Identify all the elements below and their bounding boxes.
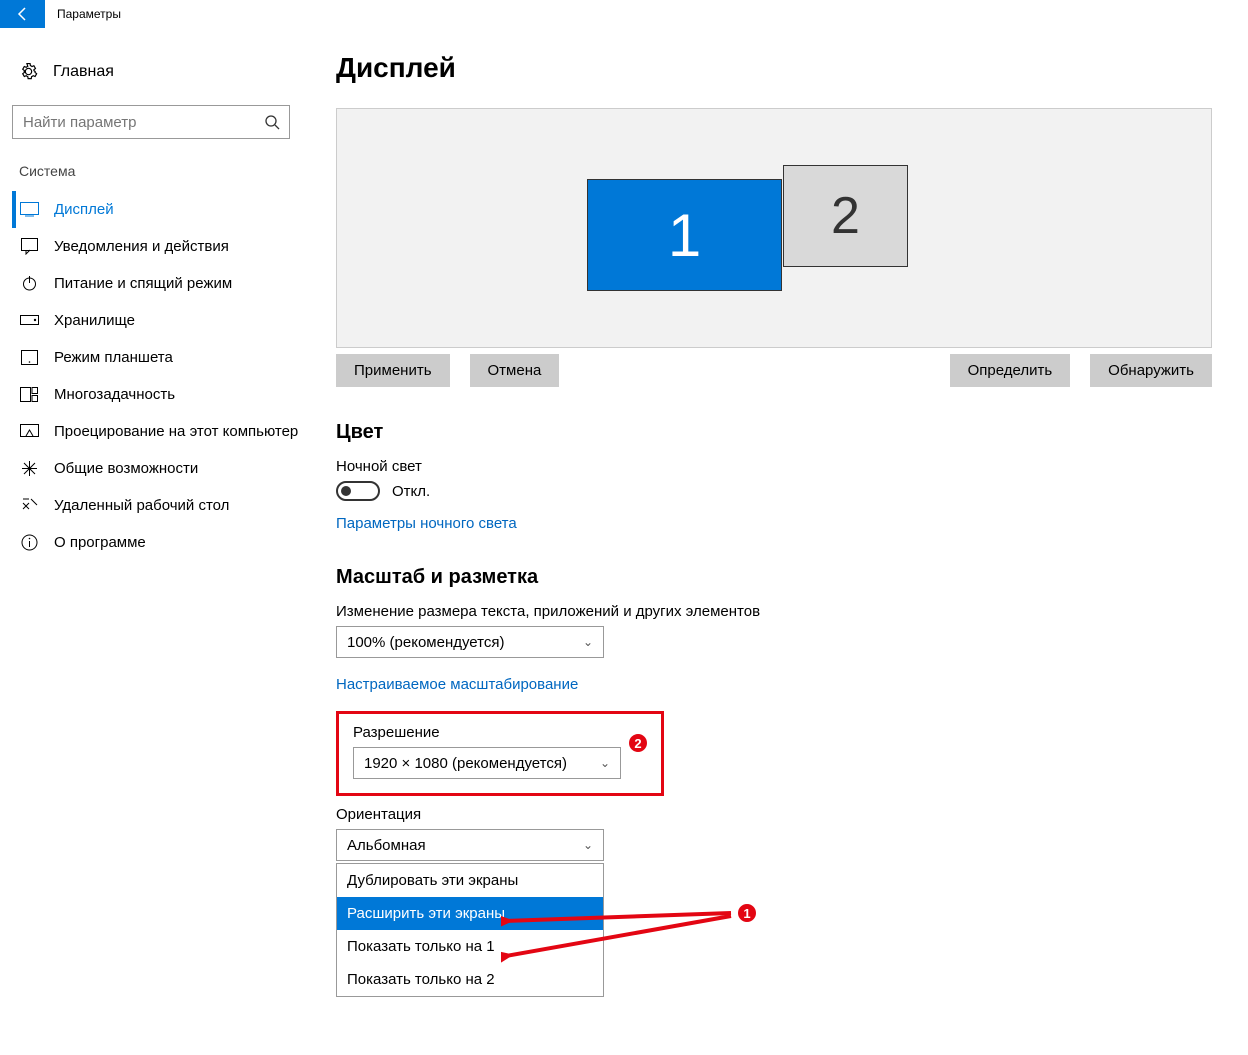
detect-button[interactable]: Обнаружить xyxy=(1090,354,1212,387)
night-light-settings-link[interactable]: Параметры ночного света xyxy=(336,515,1212,532)
resolution-dropdown[interactable]: 1920 × 1080 (рекомендуется) ⌄ xyxy=(353,747,621,779)
sidebar-item-about[interactable]: О программе xyxy=(12,524,300,561)
sidebar-item-multitask[interactable]: Многозадачность xyxy=(12,376,300,413)
search-input-container[interactable] xyxy=(12,105,290,139)
sidebar-group-label: Система xyxy=(12,157,300,191)
sidebar-item-storage[interactable]: Хранилище xyxy=(12,302,300,339)
sidebar-item-display[interactable]: Дисплей xyxy=(12,191,300,228)
apply-button[interactable]: Применить xyxy=(336,354,450,387)
sidebar-item-label: Дисплей xyxy=(54,201,114,218)
gear-icon xyxy=(19,62,38,81)
sidebar-item-label: Уведомления и действия xyxy=(54,238,229,255)
night-light-toggle[interactable] xyxy=(336,481,380,501)
orientation-label: Ориентация xyxy=(336,806,1212,823)
scale-value: 100% (рекомендуется) xyxy=(347,634,504,651)
toggle-state: Откл. xyxy=(392,483,430,500)
chevron-down-icon: ⌄ xyxy=(583,838,593,852)
scale-dropdown[interactable]: 100% (рекомендуется) ⌄ xyxy=(336,626,604,658)
notification-icon xyxy=(19,238,39,255)
option-show-only-2[interactable]: Показать только на 2 xyxy=(337,963,603,996)
scale-heading: Масштаб и разметка xyxy=(336,566,1212,589)
search-input[interactable] xyxy=(13,114,255,131)
sidebar-item-label: Общие возможности xyxy=(54,460,198,477)
chevron-down-icon: ⌄ xyxy=(600,756,610,770)
back-button[interactable] xyxy=(0,0,45,28)
option-extend[interactable]: Расширить эти экраны xyxy=(337,897,603,930)
custom-scaling-link[interactable]: Настраиваемое масштабирование xyxy=(336,676,1212,693)
power-icon xyxy=(19,275,39,292)
sidebar: Главная Система Дисплей Уведомления и де… xyxy=(0,28,300,1055)
sidebar-item-projecting[interactable]: Проецирование на этот компьютер xyxy=(12,413,300,450)
night-light-label: Ночной свет xyxy=(336,458,1212,475)
annotation-badge-2: 2 xyxy=(627,732,649,754)
option-duplicate[interactable]: Дублировать эти экраны xyxy=(337,864,603,897)
main-content: Дисплей 1 2 Применить Отмена Определить … xyxy=(300,28,1248,1055)
identify-button[interactable]: Определить xyxy=(950,354,1071,387)
option-show-only-1[interactable]: Показать только на 1 xyxy=(337,930,603,963)
multitask-icon xyxy=(19,387,39,402)
window-title: Параметры xyxy=(45,7,121,21)
search-icon xyxy=(255,114,289,130)
projecting-icon xyxy=(19,424,39,439)
color-heading: Цвет xyxy=(336,421,1212,444)
monitor-icon xyxy=(19,202,39,217)
display-box-1[interactable]: 1 xyxy=(587,179,782,291)
storage-icon xyxy=(19,315,39,327)
orientation-dropdown[interactable]: Альбомная ⌄ xyxy=(336,829,604,861)
display-box-2[interactable]: 2 xyxy=(783,165,908,267)
multi-display-listbox[interactable]: Дублировать эти экраны Расширить эти экр… xyxy=(336,863,604,997)
sidebar-item-tablet[interactable]: Режим планшета xyxy=(12,339,300,376)
scale-label: Изменение размера текста, приложений и д… xyxy=(336,603,1212,620)
sidebar-item-power[interactable]: Питание и спящий режим xyxy=(12,265,300,302)
cancel-button[interactable]: Отмена xyxy=(470,354,560,387)
remote-icon xyxy=(19,497,39,514)
display-arrangement[interactable]: 1 2 xyxy=(336,108,1212,348)
sidebar-item-label: Питание и спящий режим xyxy=(54,275,232,292)
sidebar-item-label: Режим планшета xyxy=(54,349,173,366)
home-label: Главная xyxy=(53,63,114,81)
orientation-value: Альбомная xyxy=(347,837,426,854)
info-icon xyxy=(19,534,39,551)
resolution-value: 1920 × 1080 (рекомендуется) xyxy=(364,755,567,772)
tablet-icon xyxy=(19,350,39,365)
sidebar-item-label: Проецирование на этот компьютер xyxy=(54,423,298,440)
sidebar-item-label: Многозадачность xyxy=(54,386,175,403)
sidebar-item-label: Удаленный рабочий стол xyxy=(54,497,229,514)
resolution-label: Разрешение xyxy=(353,724,647,741)
sidebar-item-label: Хранилище xyxy=(54,312,135,329)
sidebar-item-notifications[interactable]: Уведомления и действия xyxy=(12,228,300,265)
sidebar-item-shared[interactable]: Общие возможности xyxy=(12,450,300,487)
sidebar-item-label: О программе xyxy=(54,534,146,551)
annotation-badge-1: 1 xyxy=(736,902,758,924)
sidebar-item-remote[interactable]: Удаленный рабочий стол xyxy=(12,487,300,524)
shared-icon xyxy=(19,460,39,477)
annotation-box-2: 2 Разрешение 1920 × 1080 (рекомендуется)… xyxy=(336,711,664,796)
chevron-down-icon: ⌄ xyxy=(583,635,593,649)
home-link[interactable]: Главная xyxy=(12,40,300,95)
page-title: Дисплей xyxy=(336,52,1212,84)
